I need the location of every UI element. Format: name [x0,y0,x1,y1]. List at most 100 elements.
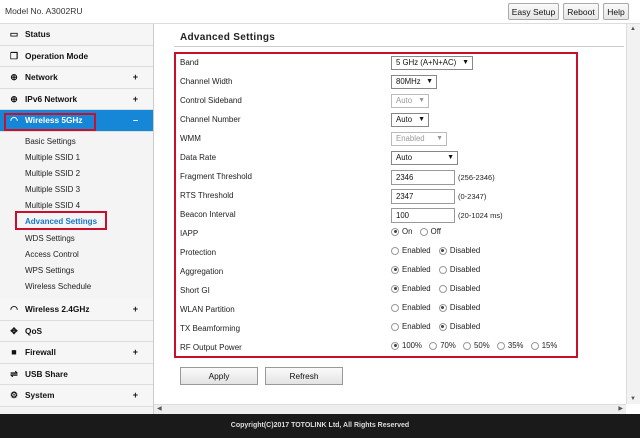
protection-label: Protection [180,248,217,257]
rf-power-35-radio[interactable] [496,341,505,350]
aggregation-disabled-radio[interactable] [438,265,447,274]
wlan-partition-enabled-radio[interactable] [391,303,399,312]
rf-output-power-label: RF Output Power [180,343,242,352]
short-gi-disabled-radio[interactable] [438,284,447,293]
control-sideband-label: Control Sideband [180,96,242,105]
chevron-down-icon: ▼ [426,78,433,85]
wmm-select[interactable]: Enabled ▼ [391,132,447,146]
expand-icon: + [132,72,138,82]
expand-icon: + [132,304,138,315]
wmm-label: WMM [180,134,201,143]
submenu-wireless-schedule[interactable]: Wireless Schedule [0,279,153,295]
tx-beamforming-enabled-radio[interactable] [391,322,399,331]
vertical-scrollbar[interactable]: ▲ ▼ [626,24,640,404]
submenu-basic-settings[interactable]: Basic Settings [0,134,153,150]
submenu-advanced-settings[interactable]: Advanced Settings [0,214,153,230]
sidebar-item-usb-share[interactable]: ⇌ USB Share [0,363,153,386]
iapp-off-label: Off [430,227,441,237]
beacon-interval-input[interactable]: 100 [391,208,455,223]
scroll-left-icon[interactable]: ◀ [157,405,162,412]
sidebar-item-ipv6-network[interactable]: ⊕ IPv6 Network + [0,88,153,110]
qos-icon: ✥ [10,325,18,336]
scroll-down-icon[interactable]: ▼ [630,396,636,402]
rts-threshold-hint: (0-2347) [458,192,487,201]
scroll-up-icon[interactable]: ▲ [630,26,636,32]
submenu-multiple-ssid-4[interactable]: Multiple SSID 4 [0,198,153,214]
briefcase-icon: ■ [11,347,17,358]
chevron-down-icon: ▼ [418,116,425,123]
channel-width-label: Channel Width [180,77,233,86]
wlan-partition-label: WLAN Partition [180,305,235,314]
footer-copyright: Copyright(C)2017 TOTOLINK Ltd, All Right… [0,414,640,438]
submenu-multiple-ssid-3[interactable]: Multiple SSID 3 [0,182,153,198]
top-bar: Model No. A3002RU Easy Setup Reboot Help [0,0,640,24]
protection-disabled-radio[interactable] [438,246,447,255]
rf-power-15-radio[interactable] [530,341,539,350]
iapp-off-radio[interactable] [419,227,428,236]
horizontal-scrollbar[interactable]: ◀ ▶ [154,404,626,414]
fragment-threshold-label: Fragment Threshold [180,172,252,181]
submenu-wps-settings[interactable]: WPS Settings [0,263,153,279]
channel-number-select[interactable]: Auto ▼ [391,113,429,127]
sidebar-item-network[interactable]: ⊕ Network + [0,67,153,89]
sidebar-item-firewall[interactable]: ■ Firewall + [0,342,153,364]
rts-threshold-input[interactable]: 2347 [391,189,455,204]
control-sideband-select[interactable]: Auto ▼ [391,94,429,108]
row-band: Band 5 GHz (A+N+AC) ▼ [180,55,600,74]
rts-threshold-label: RTS Threshold [180,191,234,200]
protection-enabled-radio[interactable] [391,246,399,255]
row-aggregation: Aggregation Enabled Disabled [180,265,481,276]
row-wlan-partition: WLAN Partition Enabled Disabled [180,303,481,314]
sidebar-item-system[interactable]: ⚙ System + [0,385,153,407]
fragment-threshold-input[interactable]: 2346 [391,170,455,185]
tx-beamforming-disabled-radio[interactable] [438,322,447,331]
apply-button[interactable]: Apply [180,367,258,385]
easy-setup-button[interactable]: Easy Setup [508,3,559,20]
row-fragment-threshold: Fragment Threshold 2346 (256-2346) [180,169,600,188]
wlan-partition-disabled-radio[interactable] [438,303,447,312]
aggregation-enabled-radio[interactable] [391,265,399,274]
refresh-button[interactable]: Refresh [265,367,343,385]
scroll-right-icon[interactable]: ▶ [618,405,623,412]
chevron-down-icon: ▼ [436,135,443,142]
usb-icon: ⇌ [10,368,18,379]
row-channel-number: Channel Number Auto ▼ [180,112,600,131]
expand-icon: + [132,347,138,358]
row-rts-threshold: RTS Threshold 2347 (0-2347) [180,188,600,207]
submenu-access-control[interactable]: Access Control [0,247,153,263]
data-rate-label: Data Rate [180,153,217,162]
rf-power-100-radio[interactable] [391,341,399,350]
collapse-icon: – [132,115,138,125]
wireless-5ghz-submenu: Basic Settings Multiple SSID 1 Multiple … [0,132,153,296]
sidebar-item-wireless-24ghz[interactable]: ◠ Wireless 2.4GHz + [0,299,153,321]
rf-power-70-radio[interactable] [429,341,438,350]
help-button[interactable]: Help [603,3,629,20]
sidebar-item-operation-mode[interactable]: ❐ Operation Mode [0,45,153,67]
expand-icon: + [132,93,138,104]
data-rate-select[interactable]: Auto ▼ [391,151,458,165]
submenu-multiple-ssid-2[interactable]: Multiple SSID 2 [0,166,153,182]
monitor-icon: ▭ [9,29,19,39]
iapp-on-radio[interactable] [391,227,399,236]
iapp-on-label: On [402,227,413,237]
channel-width-select[interactable]: 80MHz ▼ [391,75,437,89]
chevron-down-icon: ▼ [447,154,454,161]
band-label: Band [180,58,199,67]
wifi-icon: ◠ [10,115,18,125]
sidebar-item-status[interactable]: ▭ Status [0,24,153,46]
row-channel-width: Channel Width 80MHz ▼ [180,74,600,93]
globe-icon: ⊕ [10,93,18,104]
main-panel: Advanced Settings Band 5 GHz (A+N+AC) ▼ C… [154,24,626,404]
reboot-button[interactable]: Reboot [563,3,599,20]
sidebar-item-qos[interactable]: ✥ QoS [0,320,153,343]
fragment-threshold-hint: (256-2346) [458,173,495,182]
submenu-multiple-ssid-1[interactable]: Multiple SSID 1 [0,150,153,166]
beacon-interval-label: Beacon Interval [180,210,236,219]
sidebar-item-wireless-5ghz[interactable]: ◠ Wireless 5GHz – [0,110,153,132]
band-select[interactable]: 5 GHz (A+N+AC) ▼ [391,56,473,70]
short-gi-enabled-radio[interactable] [391,284,399,293]
row-wmm: WMM Enabled ▼ [180,131,600,150]
model-number: Model No. A3002RU [5,6,83,16]
rf-power-50-radio[interactable] [463,341,472,350]
submenu-wds-settings[interactable]: WDS Settings [0,231,153,247]
